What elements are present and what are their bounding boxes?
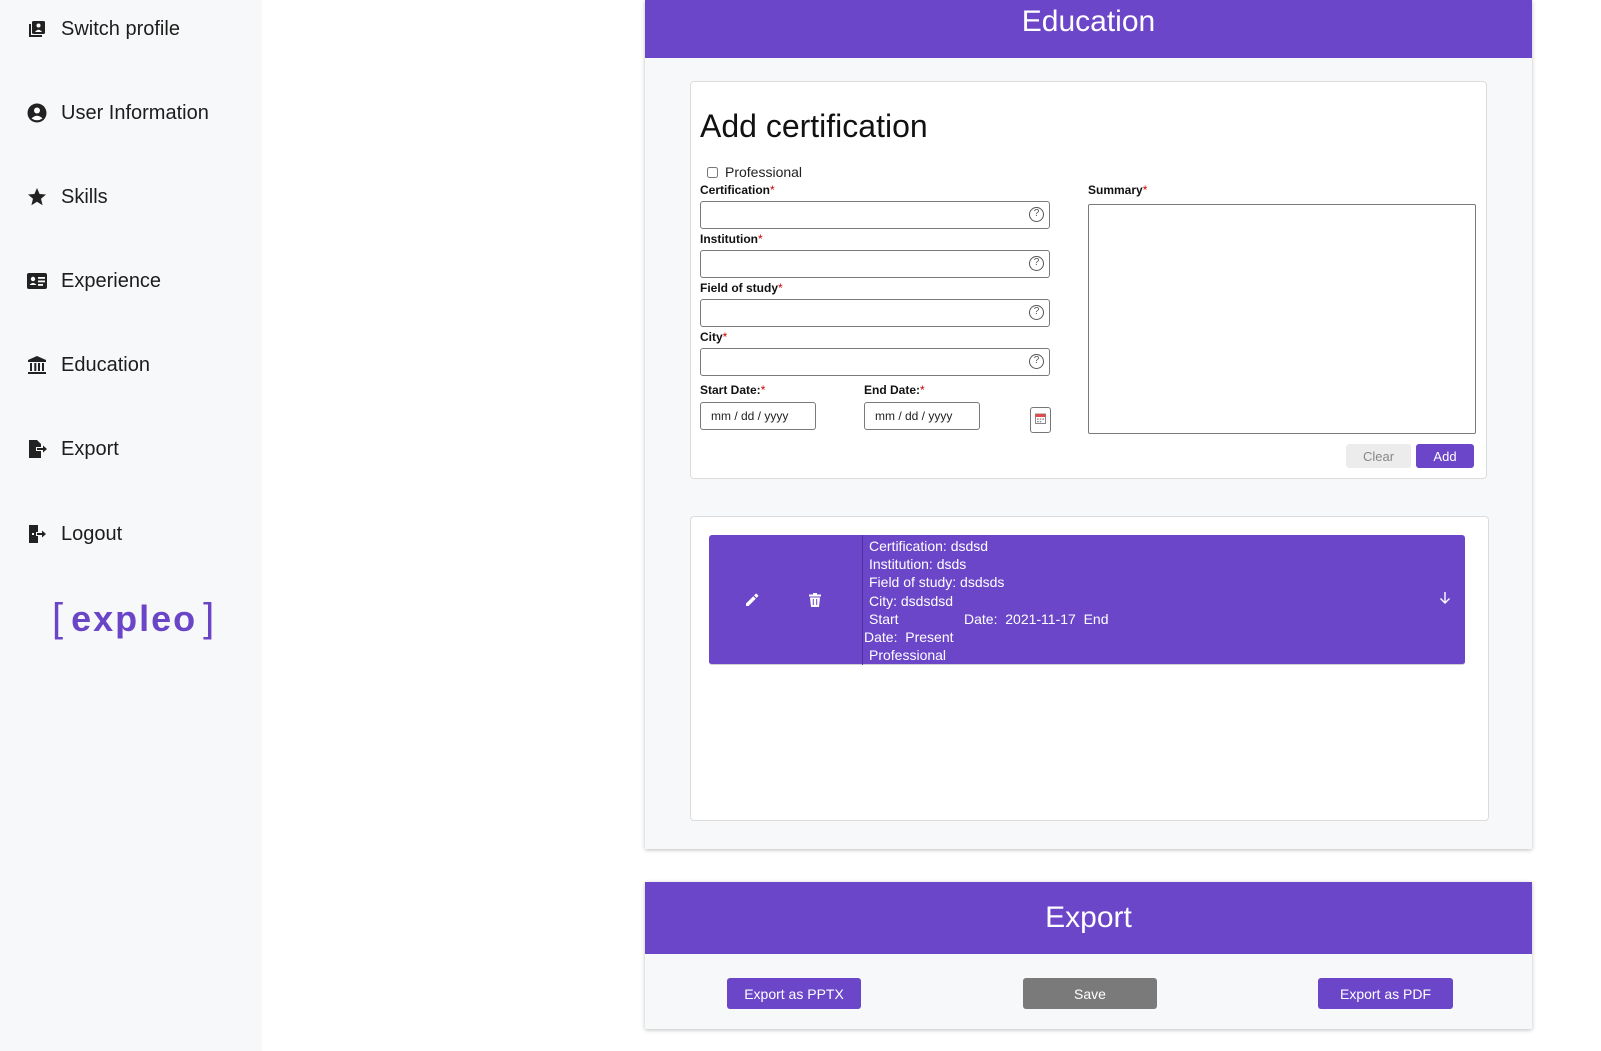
arrow-down-icon[interactable] <box>1437 590 1453 606</box>
export-pptx-button[interactable]: Export as PPTX <box>727 978 861 1009</box>
entry-certification: Certification: dsdsd <box>869 538 989 554</box>
summary-label: Summary* <box>1088 183 1148 197</box>
calendar-button[interactable] <box>1030 407 1051 433</box>
export-pdf-button[interactable]: Export as PDF <box>1318 978 1453 1009</box>
clear-button[interactable]: Clear <box>1346 444 1411 468</box>
edit-icon[interactable] <box>742 590 762 610</box>
sidebar-item-export[interactable]: Export <box>26 434 119 464</box>
expleo-logo: [ expleo ] <box>52 596 217 640</box>
sidebar-item-switch-profile[interactable]: Switch profile <box>26 14 180 44</box>
add-certification-form: Add certification Professional Certifica… <box>690 81 1487 479</box>
help-icon[interactable]: ? <box>1029 256 1044 271</box>
switch-profile-icon <box>26 18 48 40</box>
sidebar-item-label: User Information <box>61 101 209 124</box>
institution-icon <box>26 354 48 376</box>
user-circle-icon <box>26 102 48 124</box>
sidebar-item-label: Skills <box>61 185 108 208</box>
entry-type: Professional <box>869 647 947 664</box>
certification-label: Certification* <box>700 183 775 197</box>
start-date-label: Start Date:* <box>700 383 766 397</box>
sidebar: Switch profile User Information Skills E… <box>0 0 262 1051</box>
sidebar-item-label: Experience <box>61 269 162 292</box>
entry-field-of-study: Field of study: dsdsds <box>869 574 1005 591</box>
education-header: Education <box>645 0 1532 58</box>
end-date-input[interactable]: mm / dd / yyyy <box>864 402 980 430</box>
end-date-label: End Date:* <box>864 383 925 397</box>
certification-entry[interactable]: Certification: dsdsd Institution: dsds F… <box>709 535 1465 665</box>
export-file-icon <box>26 438 48 460</box>
entry-start-row: Start Date: 2021-11-17 End <box>864 610 1424 628</box>
sidebar-item-skills[interactable]: Skills <box>26 182 108 212</box>
city-field[interactable]: ? <box>700 348 1050 376</box>
star-icon <box>26 186 48 208</box>
institution-label: Institution* <box>700 232 763 246</box>
city-label: City* <box>700 330 728 344</box>
export-header: Export <box>645 882 1532 954</box>
professional-checkbox[interactable] <box>707 166 718 178</box>
logout-icon <box>26 523 48 545</box>
entry-start-word: Start <box>869 610 899 627</box>
entry-details: Certification: dsdsd Institution: dsds F… <box>864 537 1424 664</box>
add-button[interactable]: Add <box>1416 444 1474 468</box>
sidebar-item-logout[interactable]: Logout <box>26 519 122 549</box>
sidebar-item-label: Logout <box>61 522 123 545</box>
field-of-study-field[interactable]: ? <box>700 299 1050 327</box>
sidebar-item-label: Switch profile <box>61 17 180 40</box>
sidebar-item-label: Export <box>61 437 119 460</box>
logo-text: expleo <box>71 597 198 639</box>
sidebar-item-label: Education <box>61 353 150 376</box>
help-icon[interactable]: ? <box>1029 305 1044 320</box>
professional-checkbox-row[interactable]: Professional <box>707 164 802 180</box>
entry-city: City: dsdsdsd <box>869 592 954 609</box>
help-icon[interactable]: ? <box>1029 354 1044 369</box>
calendar-icon <box>1035 411 1046 429</box>
professional-label: Professional <box>725 164 803 180</box>
delete-icon[interactable] <box>805 590 825 610</box>
institution-field[interactable]: ? <box>700 250 1050 278</box>
entry-end-date: Date: Present <box>864 629 954 646</box>
entry-actions <box>709 535 863 665</box>
entry-start-date: Date: 2021-11-17 End <box>964 610 1109 627</box>
field-of-study-label: Field of study* <box>700 281 783 295</box>
sidebar-item-education[interactable]: Education <box>26 350 150 380</box>
help-icon[interactable]: ? <box>1029 207 1044 222</box>
save-button[interactable]: Save <box>1023 978 1157 1009</box>
summary-textarea[interactable] <box>1088 204 1476 434</box>
entry-institution: Institution: dsds <box>869 556 967 573</box>
sidebar-item-experience[interactable]: Experience <box>26 266 161 296</box>
certification-field[interactable]: ? <box>700 201 1050 229</box>
form-title: Add certification <box>700 108 928 144</box>
certification-list: Certification: dsdsd Institution: dsds F… <box>690 516 1489 821</box>
education-card: Education Add certification Professional… <box>645 0 1532 849</box>
id-card-icon <box>26 270 48 292</box>
sidebar-item-user-information[interactable]: User Information <box>26 98 209 128</box>
start-date-input[interactable]: mm / dd / yyyy <box>700 402 816 430</box>
